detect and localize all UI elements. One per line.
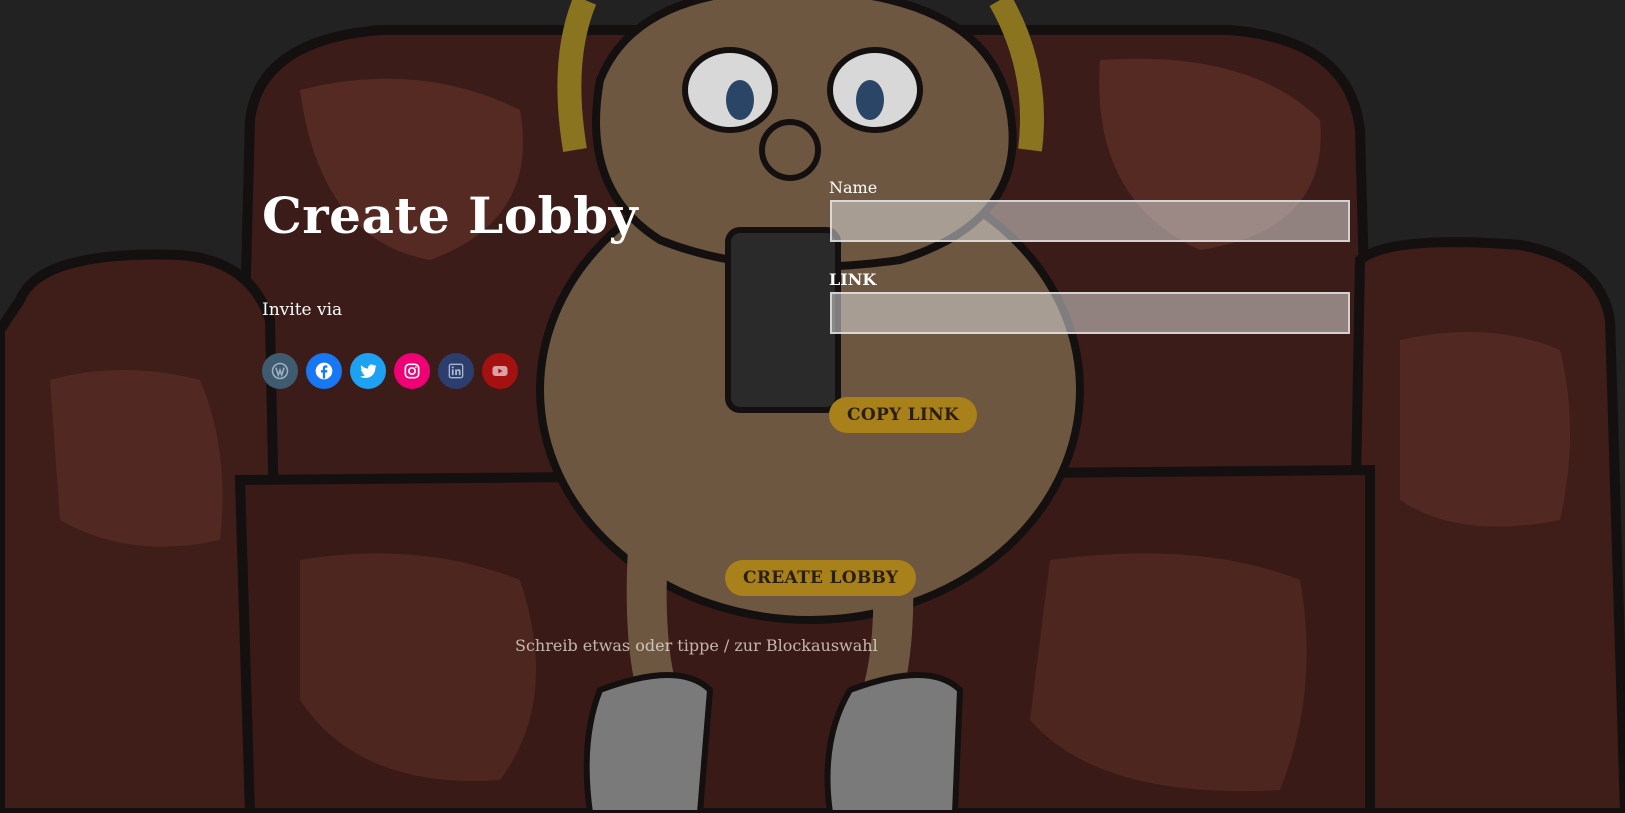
- facebook-link[interactable]: [306, 353, 342, 389]
- name-input[interactable]: [830, 200, 1350, 242]
- linkedin-link[interactable]: [438, 353, 474, 389]
- wordpress-link[interactable]: [262, 353, 298, 389]
- copy-link-button[interactable]: COPY LINK: [829, 397, 978, 433]
- page-title: Create Lobby: [262, 186, 639, 245]
- page-stage: Create Lobby Invite via Name LINK COPY L…: [0, 0, 1625, 813]
- link-label: LINK: [829, 270, 877, 289]
- invite-label: Invite via: [262, 300, 343, 320]
- facebook-icon: [315, 362, 333, 380]
- twitter-icon: [359, 364, 377, 378]
- block-placeholder[interactable]: Schreib etwas oder tippe / zur Blockausw…: [515, 636, 878, 655]
- youtube-link[interactable]: [482, 353, 518, 389]
- youtube-icon: [492, 366, 508, 376]
- create-lobby-button[interactable]: CREATE LOBBY: [725, 560, 917, 596]
- couch-potato-illustration: [0, 0, 1625, 813]
- wordpress-icon: [271, 362, 289, 380]
- instagram-icon: [404, 363, 420, 379]
- social-links: [262, 353, 518, 389]
- linkedin-icon: [448, 363, 464, 379]
- twitter-link[interactable]: [350, 353, 386, 389]
- instagram-link[interactable]: [394, 353, 430, 389]
- name-label: Name: [829, 178, 878, 197]
- link-input[interactable]: [830, 292, 1350, 334]
